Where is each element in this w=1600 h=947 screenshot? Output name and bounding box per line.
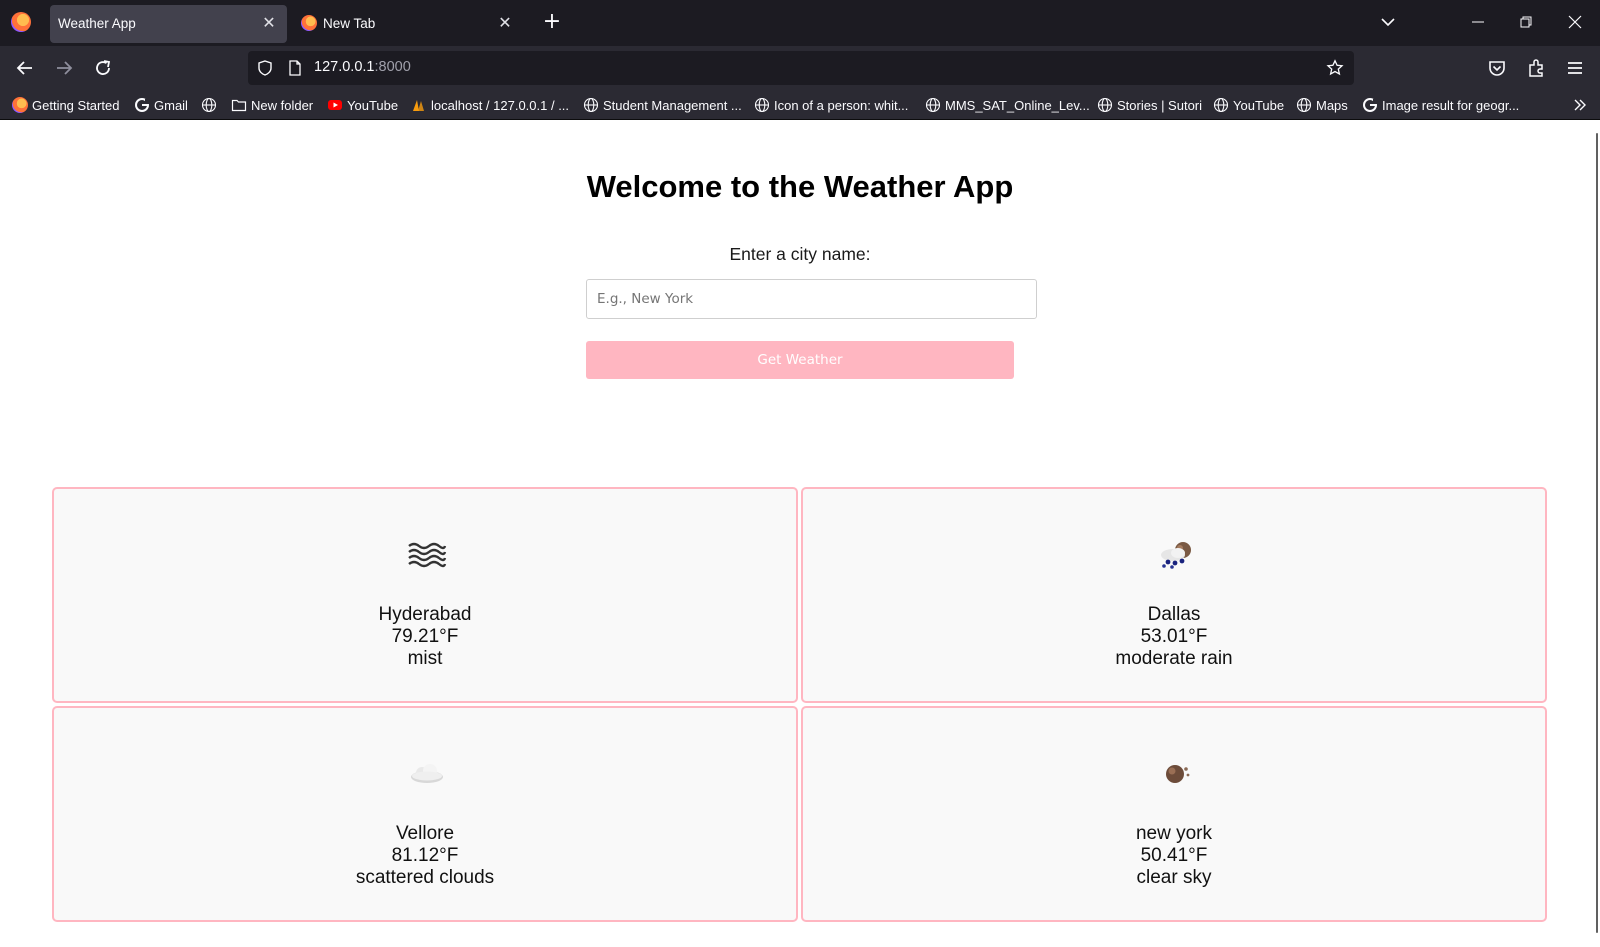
bookmark-label: Getting Started bbox=[32, 97, 120, 113]
chevron-double-right-icon[interactable] bbox=[1572, 97, 1588, 113]
weather-card: Dallas 53.01°F moderate rain bbox=[801, 487, 1547, 703]
restore-icon[interactable] bbox=[1516, 12, 1536, 32]
weather-card: new york 50.41°F clear sky bbox=[801, 706, 1547, 922]
weather-description: clear sky bbox=[1136, 867, 1212, 888]
globe-icon bbox=[201, 97, 217, 113]
google-icon bbox=[135, 98, 150, 112]
shield-icon[interactable] bbox=[256, 59, 274, 77]
forward-arrow-icon[interactable] bbox=[53, 57, 75, 79]
city-name: new york bbox=[1135, 823, 1213, 844]
bookmark-label: Image result for geogr... bbox=[1382, 97, 1520, 113]
url-port: :8000 bbox=[374, 59, 411, 75]
weather-description: moderate rain bbox=[1115, 648, 1233, 669]
bookmark-gmail[interactable]: Gmail bbox=[134, 95, 188, 115]
card-text: Dallas 53.01°F moderate rain bbox=[803, 604, 1545, 670]
bookmark-label: Gmail bbox=[154, 97, 188, 113]
pocket-icon[interactable] bbox=[1486, 57, 1508, 79]
weather-description: scattered clouds bbox=[355, 867, 495, 888]
tab-new-tab[interactable]: New Tab ✕ bbox=[293, 5, 523, 43]
url-text[interactable]: 127.0.0.1:8000 bbox=[314, 59, 411, 75]
cloud-icon bbox=[411, 764, 443, 783]
bookmark-maps[interactable]: Maps bbox=[1296, 95, 1348, 115]
bookmark-getting-started[interactable]: Getting Started bbox=[12, 95, 119, 115]
globe-icon bbox=[754, 97, 770, 113]
tab-label: New Tab bbox=[323, 16, 376, 31]
globe-icon bbox=[1213, 97, 1229, 113]
bookmarks-toolbar: Getting Started Gmail New folder YouTube… bbox=[0, 90, 1600, 120]
navigation-toolbar: 127.0.0.1:8000 bbox=[0, 46, 1600, 90]
firefox-logo-icon[interactable] bbox=[11, 12, 31, 32]
globe-icon bbox=[1097, 97, 1113, 113]
bookmark-label: YouTube bbox=[1233, 97, 1285, 113]
bookmark-globe[interactable] bbox=[201, 95, 221, 115]
get-weather-button[interactable]: Get Weather bbox=[586, 341, 1014, 379]
url-bar[interactable]: 127.0.0.1:8000 bbox=[248, 51, 1354, 85]
mist-icon bbox=[408, 542, 447, 568]
bookmark-mms-sat[interactable]: MMS_SAT_Online_Lev... bbox=[925, 95, 1090, 115]
bookmark-stories-sutori[interactable]: Stories | Sutori bbox=[1097, 95, 1202, 115]
weather-card: Vellore 81.12°F scattered clouds bbox=[52, 706, 798, 922]
city-name: Hyderabad bbox=[378, 604, 472, 625]
tab-label: Weather App bbox=[58, 16, 136, 31]
page-icon[interactable] bbox=[286, 59, 304, 77]
temperature: 79.21°F bbox=[391, 626, 459, 647]
city-name: Dallas bbox=[1147, 604, 1201, 625]
globe-icon bbox=[583, 97, 599, 113]
bookmark-label: MMS_SAT_Online_Lev... bbox=[945, 97, 1090, 113]
bookmark-student-management[interactable]: Student Management ... bbox=[583, 95, 742, 115]
close-tab-icon[interactable]: ✕ bbox=[259, 13, 279, 33]
bookmark-image-result[interactable]: Image result for geogr... bbox=[1362, 95, 1519, 115]
close-window-icon[interactable] bbox=[1565, 12, 1585, 32]
chevron-down-icon[interactable] bbox=[1380, 14, 1396, 30]
bookmark-star-icon[interactable] bbox=[1326, 59, 1344, 77]
weather-card: Hyderabad 79.21°F mist bbox=[52, 487, 798, 703]
bookmark-label: Student Management ... bbox=[603, 97, 742, 113]
temperature: 53.01°F bbox=[1140, 626, 1208, 647]
reload-icon[interactable] bbox=[92, 57, 114, 79]
card-text: Vellore 81.12°F scattered clouds bbox=[54, 823, 796, 889]
bookmark-label: Stories | Sutori bbox=[1117, 97, 1203, 113]
temperature: 50.41°F bbox=[1140, 845, 1208, 866]
tab-weather-app[interactable]: Weather App ✕ bbox=[50, 5, 287, 43]
weather-description: mist bbox=[407, 648, 443, 669]
rain-icon bbox=[1161, 542, 1191, 569]
tab-bar: Weather App ✕ New Tab ✕ + bbox=[0, 0, 1600, 46]
bookmark-label: YouTube bbox=[347, 97, 399, 113]
bookmark-label: New folder bbox=[251, 97, 314, 113]
bookmark-label: Maps bbox=[1316, 97, 1348, 113]
card-text: Hyderabad 79.21°F mist bbox=[54, 604, 796, 670]
close-tab-icon[interactable]: ✕ bbox=[495, 13, 515, 33]
bookmark-label: localhost / 127.0.0.1 / ... bbox=[431, 97, 570, 113]
google-icon bbox=[1363, 98, 1378, 112]
hamburger-menu-icon[interactable] bbox=[1564, 57, 1586, 79]
firefox-icon bbox=[12, 97, 28, 113]
youtube-icon bbox=[328, 100, 342, 110]
phpmyadmin-icon bbox=[413, 100, 424, 111]
city-name: Vellore bbox=[395, 823, 455, 844]
globe-icon bbox=[1296, 97, 1312, 113]
bookmark-youtube-2[interactable]: YouTube bbox=[1213, 95, 1284, 115]
minimize-icon[interactable] bbox=[1468, 12, 1488, 32]
folder-icon bbox=[231, 99, 247, 112]
firefox-favicon-icon bbox=[301, 15, 317, 31]
city-input[interactable] bbox=[586, 279, 1037, 319]
city-label: Enter a city name: bbox=[729, 244, 871, 264]
url-host: 127.0.0.1 bbox=[314, 59, 375, 75]
bookmark-new-folder[interactable]: New folder bbox=[231, 95, 313, 115]
clear-sky-icon bbox=[1166, 765, 1190, 783]
page-title: Welcome to the Weather App bbox=[586, 169, 1014, 204]
bookmark-youtube[interactable]: YouTube bbox=[327, 95, 398, 115]
new-tab-button[interactable]: + bbox=[540, 11, 564, 35]
bookmark-icon-of-person[interactable]: Icon of a person: whit... bbox=[754, 95, 908, 115]
web-page: Welcome to the Weather App Enter a city … bbox=[0, 121, 1600, 947]
bookmark-localhost[interactable]: localhost / 127.0.0.1 / ... bbox=[411, 95, 569, 115]
temperature: 81.12°F bbox=[391, 845, 459, 866]
back-arrow-icon[interactable] bbox=[14, 57, 36, 79]
bookmark-label: Icon of a person: whit... bbox=[774, 97, 909, 113]
globe-icon bbox=[925, 97, 941, 113]
card-text: new york 50.41°F clear sky bbox=[803, 823, 1545, 889]
extensions-icon[interactable] bbox=[1525, 57, 1547, 79]
